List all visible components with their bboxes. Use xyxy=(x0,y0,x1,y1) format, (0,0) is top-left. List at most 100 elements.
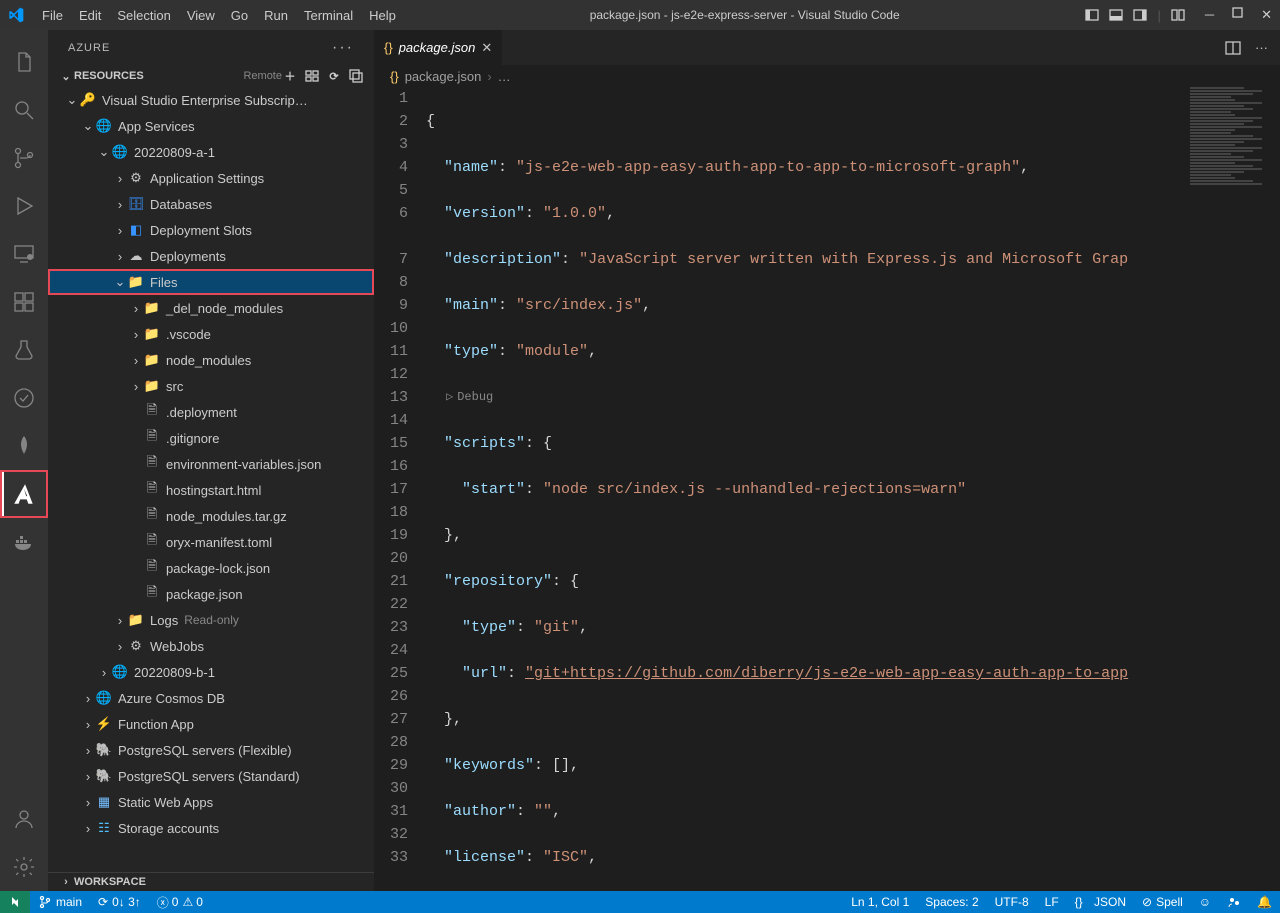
logs-node[interactable]: ›📁LogsRead-only xyxy=(48,607,374,633)
explorer-icon[interactable] xyxy=(0,38,48,86)
layout-icon-2[interactable] xyxy=(1109,8,1123,22)
spell-check[interactable]: ⊘Spell xyxy=(1134,891,1191,913)
file-item[interactable]: 🗎package.json xyxy=(48,581,374,607)
testing-icon[interactable] xyxy=(0,326,48,374)
indentation[interactable]: Spaces: 2 xyxy=(917,891,986,913)
accounts-icon[interactable] xyxy=(0,795,48,843)
cosmos-node[interactable]: ›🌐Azure Cosmos DB xyxy=(48,685,374,711)
layout-icon-4[interactable] xyxy=(1171,8,1185,22)
slot-icon: ◧ xyxy=(128,222,144,238)
folder-item[interactable]: ›📁src xyxy=(48,373,374,399)
deployment-slots-node[interactable]: ›◧Deployment Slots xyxy=(48,217,374,243)
layout-icon-3[interactable] xyxy=(1133,8,1147,22)
mongo-icon[interactable] xyxy=(0,422,48,470)
globe-icon: 🌐 xyxy=(96,118,112,134)
sync-status[interactable]: ⟳0↓ 3↑ xyxy=(90,891,149,913)
search-icon[interactable] xyxy=(0,86,48,134)
folder-icon: 📁 xyxy=(128,274,144,290)
breadcrumb[interactable]: {} package.json › … xyxy=(374,65,1280,87)
postgres-std-node[interactable]: ›🐘PostgreSQL servers (Standard) xyxy=(48,763,374,789)
folder-item[interactable]: ›📁.vscode xyxy=(48,321,374,347)
folder-item[interactable]: ›📁_del_node_modules xyxy=(48,295,374,321)
close-tab-icon[interactable]: ✕ xyxy=(481,40,492,56)
app-services-node[interactable]: ⌄🌐App Services xyxy=(48,113,374,139)
minimize-button[interactable]: ─ xyxy=(1205,7,1214,23)
eol[interactable]: LF xyxy=(1037,891,1067,913)
resources-section[interactable]: ⌄ RESOURCES Remote ＋ ⟳ xyxy=(48,65,374,87)
sidebar-more-icon[interactable]: ··· xyxy=(332,39,354,57)
minimap[interactable] xyxy=(1190,87,1280,387)
app-settings-node[interactable]: ›⚙Application Settings xyxy=(48,165,374,191)
notifications-icon[interactable]: 🔔 xyxy=(1249,891,1280,913)
file-icon: 🗎 xyxy=(144,586,160,602)
settings-gear-icon[interactable] xyxy=(0,843,48,891)
postgres-flex-node[interactable]: ›🐘PostgreSQL servers (Flexible) xyxy=(48,737,374,763)
folder-icon: 📁 xyxy=(144,326,160,342)
file-item[interactable]: 🗎environment-variables.json xyxy=(48,451,374,477)
menu-edit[interactable]: Edit xyxy=(71,4,109,27)
storage-icon: ☷ xyxy=(96,820,112,836)
file-item[interactable]: 🗎hostingstart.html xyxy=(48,477,374,503)
tab-package-json[interactable]: {} package.json ✕ xyxy=(374,30,503,65)
split-editor-icon[interactable] xyxy=(1225,40,1241,56)
layout-icon-1[interactable] xyxy=(1085,8,1099,22)
databases-node[interactable]: ›🗄Databases xyxy=(48,191,374,217)
refresh-icon[interactable]: ⟳ xyxy=(326,68,342,84)
file-icon: 🗎 xyxy=(144,430,160,446)
editor-more-icon[interactable]: ··· xyxy=(1255,40,1268,55)
tweet-feedback-icon[interactable]: ☺ xyxy=(1191,891,1219,913)
add-icon[interactable]: ＋ xyxy=(282,68,298,84)
file-item[interactable]: 🗎oryx-manifest.toml xyxy=(48,529,374,555)
menu-help[interactable]: Help xyxy=(361,4,404,27)
site-node[interactable]: ›🌐20220809-b-1 xyxy=(48,659,374,685)
key-icon: 🔑 xyxy=(80,92,96,108)
menu-run[interactable]: Run xyxy=(256,4,296,27)
file-item[interactable]: 🗎package-lock.json xyxy=(48,555,374,581)
encoding[interactable]: UTF-8 xyxy=(987,891,1037,913)
resource-tree: ⌄🔑Visual Studio Enterprise Subscrip… ⌄🌐A… xyxy=(48,87,374,872)
folder-item[interactable]: ›📁node_modules xyxy=(48,347,374,373)
deployments-node[interactable]: ›☁Deployments xyxy=(48,243,374,269)
task-icon[interactable] xyxy=(0,374,48,422)
menu-terminal[interactable]: Terminal xyxy=(296,4,361,27)
function-app-node[interactable]: ›⚡Function App xyxy=(48,711,374,737)
code-editor[interactable]: 1234567891011121314151617181920212223242… xyxy=(374,87,1280,891)
run-debug-icon[interactable] xyxy=(0,182,48,230)
close-window-button[interactable]: ✕ xyxy=(1261,7,1272,23)
code-content[interactable]: { "name": "js-e2e-web-app-easy-auth-app-… xyxy=(426,87,1280,891)
remote-indicator[interactable] xyxy=(0,891,30,913)
menu-selection[interactable]: Selection xyxy=(109,4,178,27)
git-branch[interactable]: main xyxy=(30,891,90,913)
webjobs-node[interactable]: ›⚙WebJobs xyxy=(48,633,374,659)
remote-explorer-icon[interactable] xyxy=(0,230,48,278)
group-icon[interactable] xyxy=(304,68,320,84)
menu-view[interactable]: View xyxy=(179,4,223,27)
site-node[interactable]: ⌄🌐20220809-a-1 xyxy=(48,139,374,165)
live-share-icon[interactable] xyxy=(1219,891,1249,913)
file-item[interactable]: 🗎.gitignore xyxy=(48,425,374,451)
menu-go[interactable]: Go xyxy=(223,4,256,27)
problems-status[interactable]: ⓧ0 ⚠0 xyxy=(149,891,211,913)
azure-icon[interactable] xyxy=(0,470,48,518)
extensions-icon[interactable] xyxy=(0,278,48,326)
lightning-icon: ⚡ xyxy=(96,716,112,732)
debug-codelens[interactable]: ▷Debug xyxy=(426,386,1280,409)
workspace-section[interactable]: ›WORKSPACE xyxy=(48,872,374,891)
collapse-icon[interactable] xyxy=(348,68,364,84)
docker-icon[interactable] xyxy=(0,518,48,566)
sliders-icon: ⚙ xyxy=(128,170,144,186)
maximize-button[interactable] xyxy=(1232,7,1243,23)
storage-node[interactable]: ›☷Storage accounts xyxy=(48,815,374,841)
files-node[interactable]: ⌄📁Files xyxy=(48,269,374,295)
menu-file[interactable]: File xyxy=(34,4,71,27)
source-control-icon[interactable] xyxy=(0,134,48,182)
gear-icon: ⚙ xyxy=(128,638,144,654)
subscription-node[interactable]: ⌄🔑Visual Studio Enterprise Subscrip… xyxy=(48,87,374,113)
language-mode[interactable]: {} JSON xyxy=(1067,891,1134,913)
cursor-position[interactable]: Ln 1, Col 1 xyxy=(843,891,917,913)
line-numbers: 1234567891011121314151617181920212223242… xyxy=(374,87,426,891)
window-title: package.json - js-e2e-express-server - V… xyxy=(404,8,1086,22)
file-item[interactable]: 🗎.deployment xyxy=(48,399,374,425)
static-web-apps-node[interactable]: ›▦Static Web Apps xyxy=(48,789,374,815)
file-item[interactable]: 🗎node_modules.tar.gz xyxy=(48,503,374,529)
